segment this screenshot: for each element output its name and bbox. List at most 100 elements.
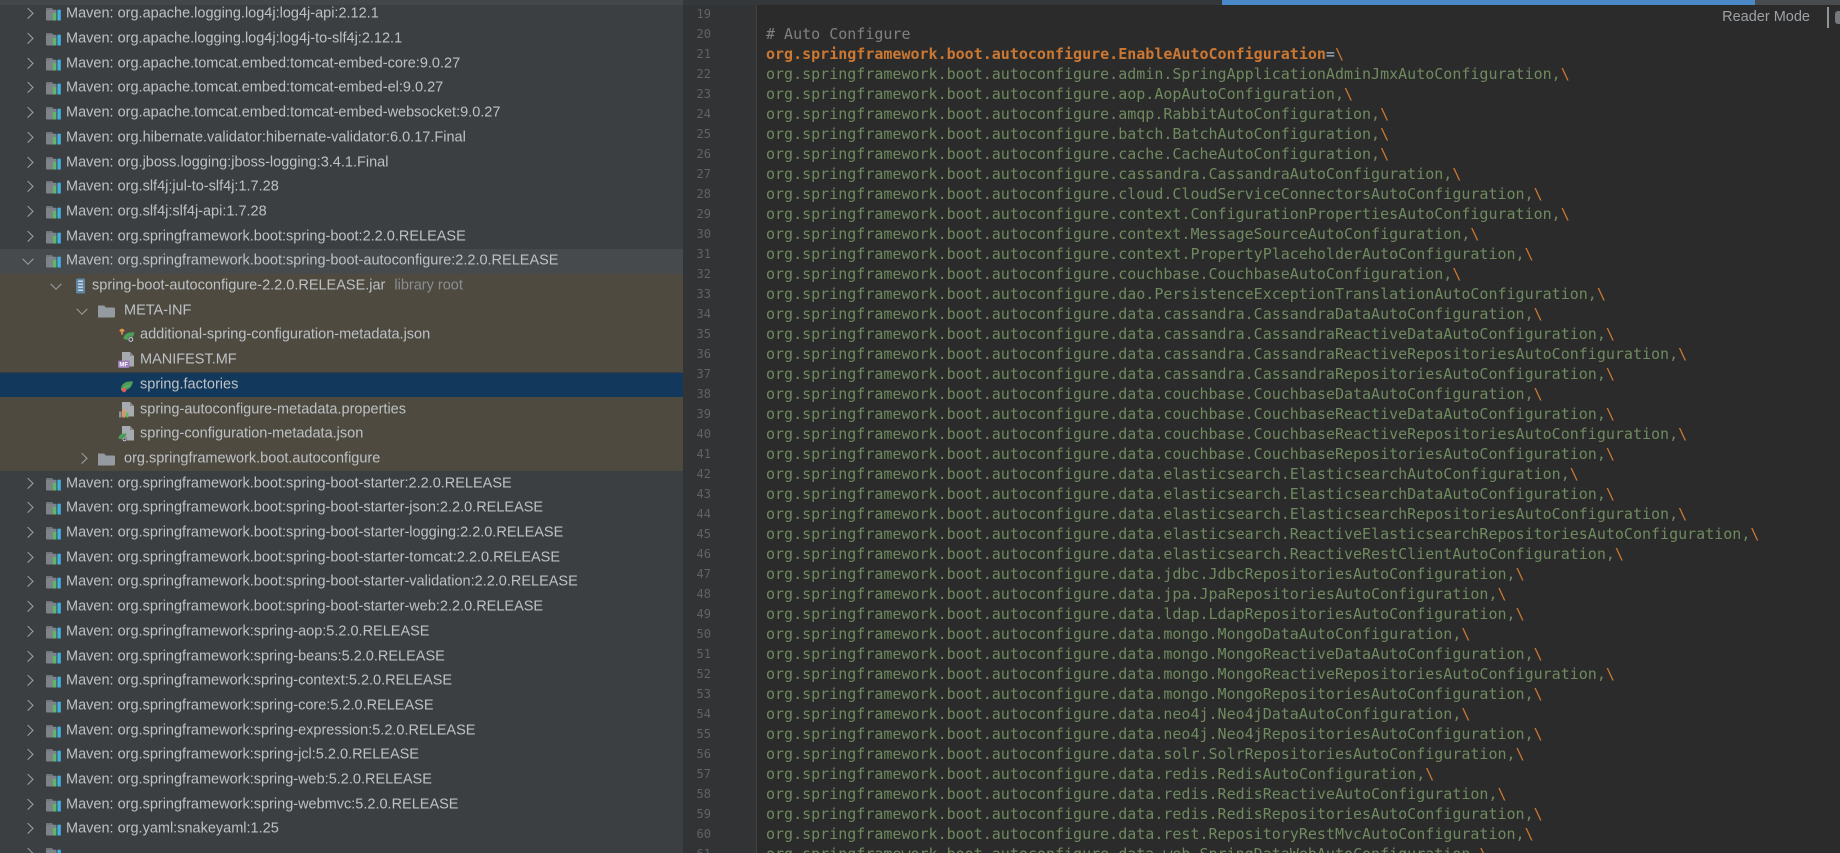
chevron-right-icon[interactable] [22, 82, 33, 93]
editor-line[interactable]: org.springframework.boot.autoconfigure.d… [766, 684, 1543, 704]
editor-line[interactable]: org.springframework.boot.autoconfigure.d… [766, 764, 1434, 784]
chevron-right-icon[interactable] [22, 798, 33, 809]
chevron-right-icon[interactable] [22, 848, 33, 853]
tree-row[interactable]: Maven: org.jboss.logging:jboss-logging:3… [0, 150, 683, 175]
editor-line[interactable]: org.springframework.boot.autoconfigure.d… [766, 404, 1615, 424]
editor-line[interactable]: org.springframework.boot.autoconfigure.c… [766, 244, 1534, 264]
editor-line[interactable]: org.springframework.boot.autoconfigure.d… [766, 724, 1543, 744]
tree-row[interactable]: META-INF [0, 298, 683, 323]
horizontal-scrollbar-thumb[interactable] [1222, 0, 1755, 5]
editor-line[interactable]: org.springframework.boot.autoconfigure.d… [766, 364, 1615, 384]
tree-row[interactable]: spring.factories [0, 373, 683, 398]
editor-line[interactable]: org.springframework.boot.autoconfigure.d… [766, 524, 1759, 544]
editor-line[interactable]: org.springframework.boot.autoconfigure.d… [766, 444, 1615, 464]
project-tree[interactable]: Maven: org.apache.logging.log4j:log4j-ap… [0, 0, 684, 853]
chevron-right-icon[interactable] [22, 156, 33, 167]
tree-row[interactable]: Maven: org.springframework:spring-beans:… [0, 644, 683, 669]
tree-row[interactable]: Maven: org.springframework:spring-jcl:5.… [0, 743, 683, 768]
tree-row[interactable]: Maven: org.springframework.boot:spring-b… [0, 521, 683, 546]
editor-line[interactable]: org.springframework.boot.autoconfigure.d… [766, 504, 1687, 524]
tree-row[interactable]: Maven: org.springframework.boot:spring-b… [0, 249, 683, 274]
chevron-right-icon[interactable] [22, 477, 33, 488]
tree-row[interactable]: Maven: org.apache.tomcat.embed:tomcat-em… [0, 101, 683, 126]
chevron-right-icon[interactable] [22, 502, 33, 513]
tree-row[interactable]: Maven: org.yaml:snakeyaml:1.25 [0, 817, 683, 842]
tree-row[interactable]: Maven: org.springframework:spring-web:5.… [0, 768, 683, 793]
tree-row[interactable]: Maven: org.springframework:spring-aop:5.… [0, 620, 683, 645]
editor-line[interactable]: org.springframework.boot.autoconfigure.d… [766, 644, 1543, 664]
chevron-right-icon[interactable] [76, 453, 87, 464]
chevron-right-icon[interactable] [22, 551, 33, 562]
editor-line[interactable]: org.springframework.boot.autoconfigure.E… [766, 44, 1344, 64]
editor-line[interactable]: org.springframework.boot.autoconfigure.d… [766, 284, 1606, 304]
chevron-right-icon[interactable] [22, 601, 33, 612]
editor-line[interactable]: org.springframework.boot.autoconfigure.c… [766, 204, 1570, 224]
editor-line[interactable]: org.springframework.boot.autoconfigure.d… [766, 804, 1543, 824]
tree-row[interactable]: Maven: org.apache.tomcat.embed:tomcat-em… [0, 51, 683, 76]
editor-line[interactable]: org.springframework.boot.autoconfigure.a… [766, 64, 1570, 84]
chevron-down-icon[interactable] [50, 279, 61, 290]
chevron-right-icon[interactable] [22, 700, 33, 711]
editor-line[interactable]: org.springframework.boot.autoconfigure.c… [766, 264, 1461, 284]
editor-line[interactable]: org.springframework.boot.autoconfigure.c… [766, 144, 1389, 164]
tree-row[interactable]: spring-boot-autoconfigure-2.2.0.RELEASE.… [0, 274, 683, 299]
tree-row[interactable]: Maven: org.springframework:spring-expres… [0, 718, 683, 743]
editor-line[interactable]: org.springframework.boot.autoconfigure.d… [766, 484, 1615, 504]
tree-row[interactable]: org.springframework.boot.autoconfigure [0, 447, 683, 472]
reader-mode-toggle[interactable]: Reader Mode [1722, 9, 1810, 25]
editor-line[interactable]: org.springframework.boot.autoconfigure.a… [766, 84, 1353, 104]
tree-row[interactable]: Maven: org.hibernate.validator:hibernate… [0, 126, 683, 151]
editor-line[interactable]: org.springframework.boot.autoconfigure.d… [766, 604, 1525, 624]
chevron-right-icon[interactable] [22, 823, 33, 834]
chevron-right-icon[interactable] [22, 33, 33, 44]
tree-row[interactable]: Maven: org.springframework.boot:spring-b… [0, 545, 683, 570]
chevron-right-icon[interactable] [22, 107, 33, 118]
tree-row[interactable] [0, 842, 683, 853]
chevron-down-icon[interactable] [22, 254, 33, 265]
chevron-right-icon[interactable] [22, 230, 33, 241]
editor-line[interactable]: org.springframework.boot.autoconfigure.d… [766, 464, 1579, 484]
chevron-right-icon[interactable] [22, 57, 33, 68]
tree-row[interactable]: Maven: org.apache.tomcat.embed:tomcat-em… [0, 76, 683, 101]
chevron-down-icon[interactable] [76, 303, 87, 314]
chevron-right-icon[interactable] [22, 724, 33, 735]
tree-row[interactable]: Maven: org.springframework.boot:spring-b… [0, 471, 683, 496]
editor-line[interactable]: org.springframework.boot.autoconfigure.d… [766, 384, 1543, 404]
editor-line[interactable]: org.springframework.boot.autoconfigure.d… [766, 304, 1543, 324]
editor-line[interactable]: org.springframework.boot.autoconfigure.c… [766, 184, 1543, 204]
tree-row[interactable]: Maven: org.apache.logging.log4j:log4j-ap… [0, 2, 683, 27]
tree-row[interactable]: Maven: org.springframework.boot:spring-b… [0, 595, 683, 620]
editor-line[interactable]: org.springframework.boot.autoconfigure.d… [766, 564, 1525, 584]
editor-line[interactable]: org.springframework.boot.autoconfigure.c… [766, 164, 1461, 184]
chevron-right-icon[interactable] [22, 132, 33, 143]
editor-line[interactable]: org.springframework.boot.autoconfigure.d… [766, 844, 1488, 853]
chevron-right-icon[interactable] [22, 675, 33, 686]
tree-row[interactable]: spring-autoconfigure-metadata.properties [0, 397, 683, 422]
editor-line[interactable]: org.springframework.boot.autoconfigure.d… [766, 544, 1624, 564]
chevron-right-icon[interactable] [22, 774, 33, 785]
editor-line[interactable]: org.springframework.boot.autoconfigure.d… [766, 664, 1615, 684]
tree-row[interactable]: additional-spring-configuration-metadata… [0, 323, 683, 348]
editor-line[interactable]: org.springframework.boot.autoconfigure.d… [766, 584, 1507, 604]
tree-row[interactable]: Maven: org.slf4j:slf4j-api:1.7.28 [0, 200, 683, 225]
editor-line[interactable]: # Auto Configure [766, 24, 911, 44]
editor-line[interactable]: org.springframework.boot.autoconfigure.d… [766, 824, 1534, 844]
chevron-right-icon[interactable] [22, 8, 33, 19]
tree-row[interactable]: Maven: org.springframework:spring-webmvc… [0, 792, 683, 817]
editor-line[interactable]: org.springframework.boot.autoconfigure.a… [766, 104, 1389, 124]
tree-row[interactable]: Maven: org.springframework.boot:spring-b… [0, 496, 683, 521]
editor-line[interactable]: org.springframework.boot.autoconfigure.d… [766, 704, 1470, 724]
editor-line[interactable]: org.springframework.boot.autoconfigure.d… [766, 324, 1615, 344]
editor-line[interactable]: org.springframework.boot.autoconfigure.b… [766, 124, 1389, 144]
chevron-right-icon[interactable] [22, 527, 33, 538]
editor-line[interactable]: org.springframework.boot.autoconfigure.c… [766, 224, 1479, 244]
chevron-right-icon[interactable] [22, 626, 33, 637]
editor-line[interactable]: org.springframework.boot.autoconfigure.d… [766, 744, 1525, 764]
editor-line[interactable]: org.springframework.boot.autoconfigure.d… [766, 424, 1687, 444]
chevron-right-icon[interactable] [22, 650, 33, 661]
chevron-right-icon[interactable] [22, 206, 33, 217]
tree-row[interactable]: Maven: org.springframework.boot:spring-b… [0, 570, 683, 595]
chevron-right-icon[interactable] [22, 576, 33, 587]
tree-row[interactable]: Maven: org.springframework:spring-contex… [0, 669, 683, 694]
editor-line[interactable]: org.springframework.boot.autoconfigure.d… [766, 624, 1470, 644]
